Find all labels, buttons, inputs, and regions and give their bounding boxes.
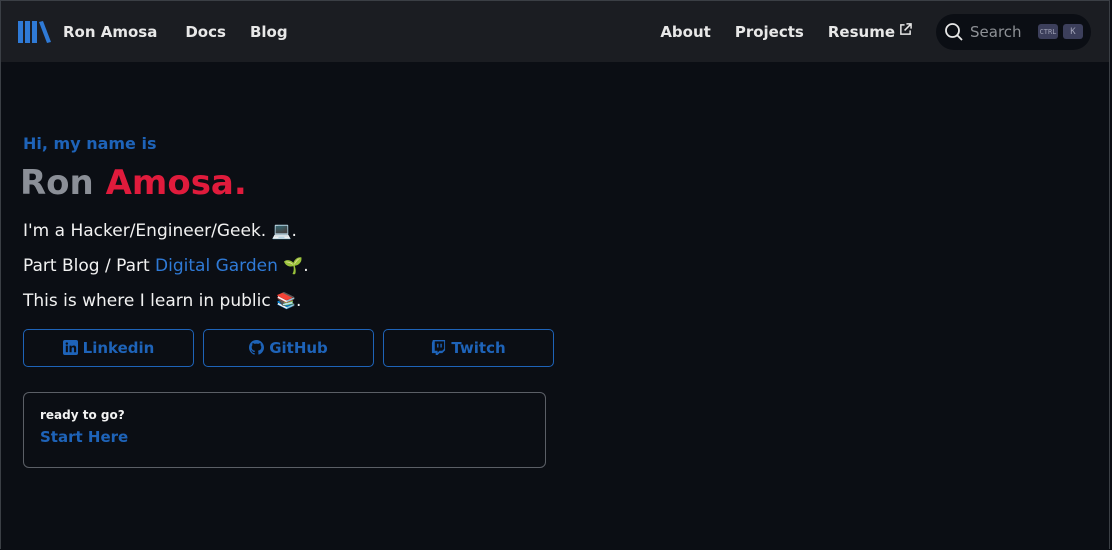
external-link-icon [900, 23, 912, 35]
nav-about[interactable]: About [660, 23, 711, 41]
search-icon [945, 22, 963, 41]
page-frame: Ron Amosa Docs Blog About Projects Resum… [0, 0, 1110, 549]
books-icon: 📚 [276, 290, 297, 310]
intro-line-1-end: . [291, 221, 297, 242]
kbd-ctrl: CTRL [1038, 24, 1058, 39]
search-button[interactable]: Search CTRL K [936, 13, 1091, 50]
last-name: Amosa. [105, 163, 247, 203]
intro-line-3-text: This is where I learn in public [23, 290, 271, 311]
start-here-link[interactable]: Start Here [40, 428, 529, 446]
search-placeholder: Search [970, 22, 1022, 41]
linkedin-button[interactable]: Linkedin [23, 328, 194, 367]
books-logo-icon [18, 20, 51, 43]
seedling-icon: 🌱 [283, 256, 304, 276]
twitch-label: Twitch [451, 338, 506, 357]
card-subtitle: ready to go? [40, 407, 125, 422]
hero-name: Ron Amosa. [20, 163, 583, 203]
intro-line-3: This is where I learn in public 📚. [23, 290, 583, 314]
digital-garden-link[interactable]: Digital Garden [155, 256, 278, 276]
nav-docs[interactable]: Docs [185, 23, 226, 41]
social-buttons: Linkedin GitHub Twitch [23, 328, 583, 367]
nav-resume[interactable]: Resume [828, 23, 912, 41]
hero-section: Hi, my name is Ron Amosa. I'm a Hacker/E… [20, 134, 583, 468]
intro-line-2-text: Part Blog / Part [23, 256, 150, 277]
navbar: Ron Amosa Docs Blog About Projects Resum… [1, 1, 1109, 62]
twitch-button[interactable]: Twitch [383, 328, 554, 367]
intro-line-1-text: I'm a Hacker/Engineer/Geek. [23, 221, 267, 242]
intro-line-1: I'm a Hacker/Engineer/Geek. 💻. [23, 220, 583, 244]
nav-projects[interactable]: Projects [735, 23, 804, 41]
laptop-icon: 💻 [271, 221, 292, 241]
first-name: Ron [20, 163, 94, 203]
kbd-k: K [1063, 24, 1083, 39]
nav-right: About Projects Resume Search CTRL K [660, 13, 1091, 50]
greeting: Hi, my name is [23, 134, 157, 153]
brand-title: Ron Amosa [63, 22, 158, 41]
intro-line-2-end: . [303, 256, 309, 277]
intro-line-2: Part Blog / Part Digital Garden 🌱. [23, 255, 583, 279]
start-here-card[interactable]: ready to go? Start Here [23, 391, 546, 468]
github-button[interactable]: GitHub [203, 328, 374, 367]
linkedin-icon [62, 340, 78, 356]
nav-resume-label: Resume [827, 22, 895, 41]
intro-line-3-end: . [296, 290, 302, 311]
brand-link[interactable]: Ron Amosa [17, 19, 185, 45]
twitch-icon [432, 340, 446, 356]
github-icon [249, 340, 265, 355]
linkedin-label: Linkedin [82, 338, 155, 357]
github-label: GitHub [269, 338, 328, 357]
nav-blog[interactable]: Blog [250, 23, 288, 41]
